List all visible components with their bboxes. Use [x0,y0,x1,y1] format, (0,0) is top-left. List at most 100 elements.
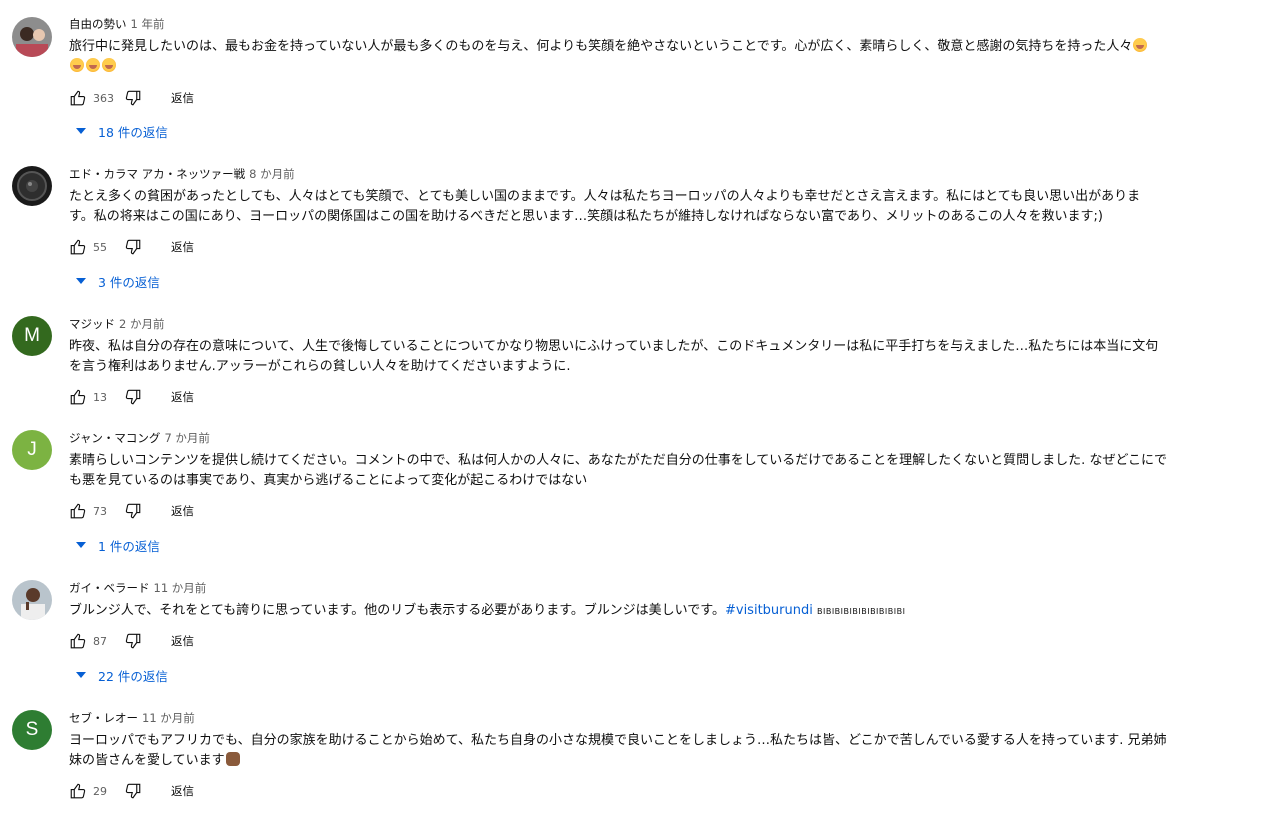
thumb-down-icon [125,783,141,799]
comment-time[interactable]: 7 か月前 [164,431,209,445]
avatar-letter: S [25,719,39,740]
like-button[interactable] [68,631,88,651]
thumb-up-icon [70,633,86,649]
comment-text: ヨーロッパでもアフリカでも、自分の家族を助けることから始めて、私たち自身の小さな… [69,731,1254,770]
comment-suffix: BIBIBIBIBIBIBIBIBIBI [816,607,906,616]
reply-button[interactable]: 返信 [171,783,194,799]
reply-button[interactable]: 返信 [171,239,194,255]
comment-time[interactable]: 1 年前 [131,17,165,31]
reply-button[interactable]: 返信 [171,90,194,106]
view-replies-button[interactable]: 3 件の返信 [76,271,160,291]
avatar[interactable]: S [12,710,52,750]
comment-actions: 55 返信 [68,237,194,257]
reply-button[interactable]: 返信 [171,633,194,649]
comment-time[interactable]: 2 か月前 [119,317,164,331]
like-button[interactable] [68,387,88,407]
comment-actions: 87 返信 [68,631,194,651]
comment-text: 素晴らしいコンテンツを提供し続けてください。コメントの中で、私は何人かの人々に、… [69,451,1254,490]
comment-actions: 13 返信 [68,387,194,407]
like-count: 363 [93,91,114,105]
reply-button[interactable]: 返信 [171,389,194,405]
avatar-photo-icon [12,17,52,57]
avatar-letter: J [27,439,37,460]
smiling-face-with-hearts-icon [86,57,100,72]
replies-count: 22 件の返信 [98,668,168,684]
comment-text-line: 素晴らしいコンテンツを提供し続けてください。コメントの中で、私は何人かの人々に、… [69,453,1168,468]
comment-author[interactable]: エド・カラマ アカ・ネッツァー戦 [69,167,245,181]
like-count: 73 [93,504,107,518]
comment-text-line: 昨夜、私は自分の存在の意味について、人生で後悔していることについてかなり物思いに… [69,339,1159,354]
comment-text-line: ブルンジ人で、それをとても誇りに思っています。他のリブも表示する必要があります。… [69,603,725,618]
dislike-button[interactable] [123,387,143,407]
like-button[interactable] [68,501,88,521]
like-count: 13 [93,390,107,404]
comment-header: 自由の勢い 1 年前 [69,16,164,32]
avatar[interactable] [12,17,52,57]
caret-down-icon [76,128,86,134]
view-replies-button[interactable]: 18 件の返信 [76,121,168,141]
comment-header: ジャン・マコング 7 か月前 [69,430,210,446]
like-button[interactable] [68,781,88,801]
comment-header: ガイ・ベラード 11 か月前 [69,580,206,596]
dislike-button[interactable] [123,631,143,651]
replies-count: 18 件の返信 [98,124,168,140]
comment-actions: 29 返信 [68,781,194,801]
comment-time[interactable]: 11 か月前 [142,711,195,725]
comment-author[interactable]: セブ・レオー [69,711,138,725]
comment-time[interactable]: 11 か月前 [154,581,207,595]
thumb-up-icon [70,90,86,106]
thumb-down-icon [125,389,141,405]
avatar[interactable]: J [12,430,52,470]
comment-time[interactable]: 8 か月前 [249,167,294,181]
thumb-up-icon [70,239,86,255]
comment-actions: 73 返信 [68,501,194,521]
comment-author[interactable]: 自由の勢い [69,17,127,31]
comment-text-line: を言う権利はありません.アッラーがこれらの貧しい人々を助けてくださいますように. [69,358,571,374]
thumb-down-icon [125,503,141,519]
avatar-letter: M [24,325,40,346]
thumb-up-icon [70,783,86,799]
caret-down-icon [76,542,86,548]
comment-author[interactable]: ガイ・ベラード [69,581,150,595]
replies-count: 1 件の返信 [98,538,160,554]
comment-text: ブルンジ人で、それをとても誇りに思っています。他のリブも表示する必要があります。… [69,601,1254,622]
comment-text-line: ヨーロッパでもアフリカでも、自分の家族を助けることから始めて、私たち自身の小さな… [69,733,1167,748]
caret-down-icon [76,278,86,284]
like-button[interactable] [68,237,88,257]
thumb-down-icon [125,239,141,255]
like-count: 87 [93,634,107,648]
dislike-button[interactable] [123,781,143,801]
comment-text-line: す。私の将来はこの国にあり、ヨーロッパの関係国はこの国を助けるべきだと思います…… [69,208,1103,224]
avatar[interactable] [12,166,52,206]
comment-text: 旅行中に発見したいのは、最もお金を持っていない人が最も多くのものを与え、何よりも… [69,37,1254,76]
comment-header: エド・カラマ アカ・ネッツァー戦 8 か月前 [69,166,295,182]
comment-text-line: たとえ多くの貧困があったとしても、人々はとても笑顔で、とても美しい国のままです。… [69,189,1141,204]
comment-header: マジッド 2 か月前 [69,316,164,332]
like-count: 29 [93,784,107,798]
smiling-face-with-hearts-icon [102,57,116,72]
smiling-face-with-hearts-icon [70,57,84,72]
avatar-speaker-icon [12,166,52,206]
thumb-up-icon [70,389,86,405]
avatar-photo-icon [12,580,52,620]
avatar[interactable]: M [12,316,52,356]
dislike-button[interactable] [123,501,143,521]
smiling-face-with-hearts-icon [1133,38,1148,52]
dislike-button[interactable] [123,88,143,108]
comment-author[interactable]: マジッド [69,317,115,331]
reply-button[interactable]: 返信 [171,503,194,519]
hashtag-link[interactable]: #visitburundi [725,603,813,618]
comment-text: たとえ多くの貧困があったとしても、人々はとても笑顔で、とても美しい国のままです。… [69,187,1254,226]
avatar[interactable] [12,580,52,620]
comment-text: 昨夜、私は自分の存在の意味について、人生で後悔していることについてかなり物思いに… [69,337,1254,376]
dislike-button[interactable] [123,237,143,257]
comment-text-line: 妹の皆さんを愛しています [69,752,225,768]
like-button[interactable] [68,88,88,108]
view-replies-button[interactable]: 1 件の返信 [76,535,160,555]
thumb-down-icon [125,633,141,649]
comment-header: セブ・レオー 11 か月前 [69,710,195,726]
fist-icon [225,751,240,766]
comment-text-line: 旅行中に発見したいのは、最もお金を持っていない人が最も多くのものを与え、何よりも… [69,39,1133,54]
view-replies-button[interactable]: 22 件の返信 [76,665,168,685]
comment-author[interactable]: ジャン・マコング [69,431,160,445]
